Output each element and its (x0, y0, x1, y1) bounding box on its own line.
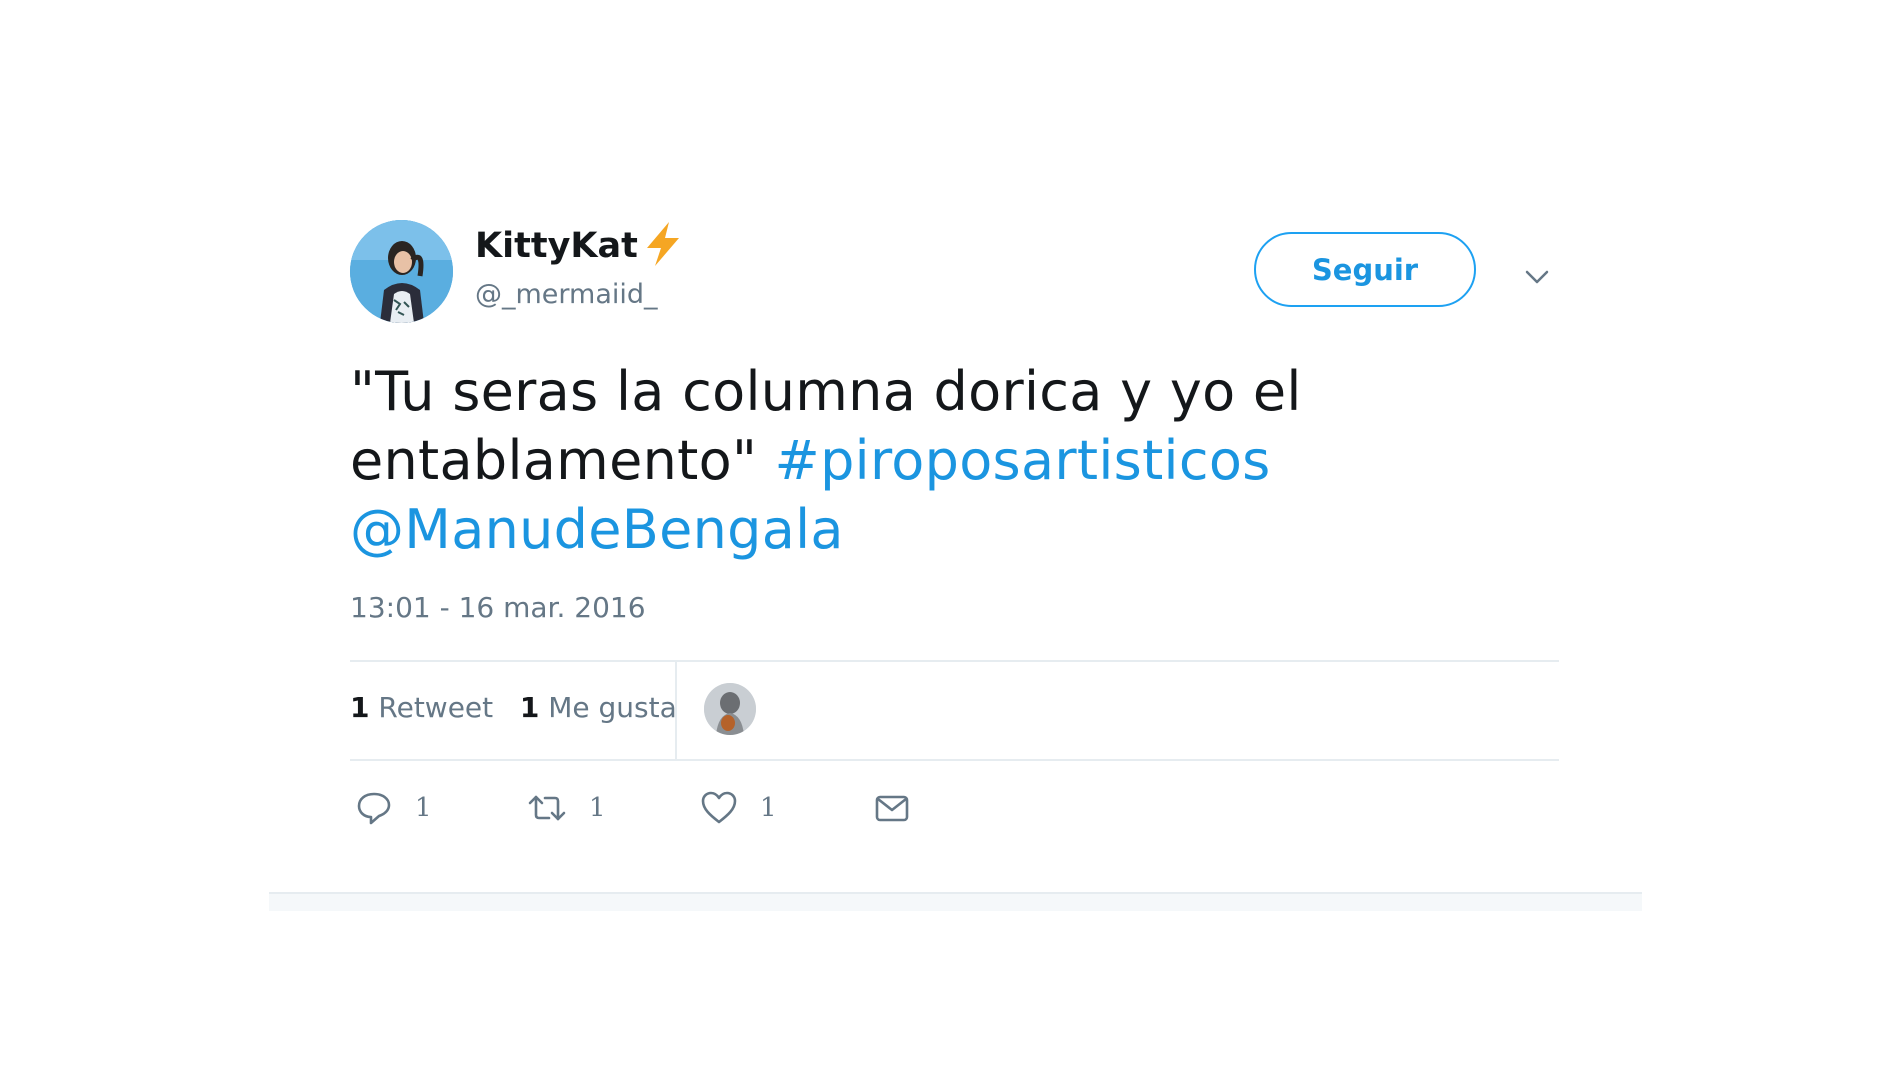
likes-label: Me gusta (548, 691, 677, 724)
divider-top (350, 660, 1559, 662)
likes-stat[interactable]: 1 Me gusta (520, 691, 677, 724)
reply-count: 1 (415, 793, 432, 823)
retweets-stat[interactable]: 1 Retweet (350, 691, 493, 724)
hashtag-link[interactable]: #piroposartisticos (775, 429, 1271, 492)
follow-button[interactable]: Seguir (1254, 232, 1476, 307)
likes-count: 1 (519, 691, 540, 724)
stats-separator (675, 660, 677, 760)
speech-bubble-icon (357, 792, 391, 825)
like-button[interactable]: 1 (700, 786, 777, 830)
mention-link[interactable]: @ManudeBengala (350, 498, 844, 561)
retweet-button[interactable]: 1 (527, 786, 606, 830)
retweets-count: 1 (350, 691, 370, 724)
chevron-down-icon[interactable] (1522, 262, 1552, 292)
liker-avatar[interactable] (704, 683, 756, 735)
divider-bottom (350, 759, 1559, 761)
heart-icon (701, 791, 737, 824)
retweets-label: Retweet (378, 691, 494, 724)
tweet-text: "Tu seras la columna dorica y yo el enta… (350, 357, 1450, 564)
author-avatar[interactable] (350, 220, 453, 323)
lightning-bolt-icon (647, 222, 679, 266)
retweet-count: 1 (589, 793, 606, 823)
tweet-timestamp[interactable]: 13:01 - 16 mar. 2016 (350, 588, 646, 628)
user-handle[interactable]: @_mermaiid_ (475, 275, 658, 315)
direct-message-button[interactable] (873, 786, 911, 830)
engagement-stats: 1 Retweet 1 Me gusta (350, 684, 677, 732)
display-name[interactable]: KittyKat (475, 222, 638, 270)
envelope-icon (875, 795, 909, 822)
reply-button[interactable]: 1 (355, 786, 432, 830)
retweet-arrows-icon (528, 795, 566, 821)
tweet-card: KittyKat @_mermaiid_ Seguir "Tu seras la… (269, 0, 1642, 1069)
like-count: 1 (760, 793, 777, 823)
bottom-separator-band (269, 892, 1642, 911)
